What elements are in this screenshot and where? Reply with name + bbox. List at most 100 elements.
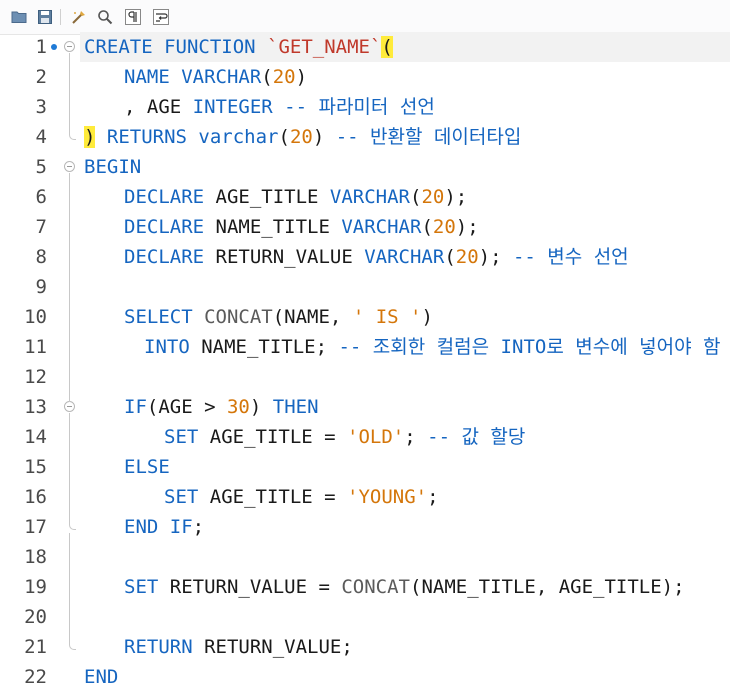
code-token: ) xyxy=(421,306,433,328)
code-text: RETURN RETURN_VALUE; xyxy=(124,632,353,662)
code-token: 20 xyxy=(289,126,313,148)
code-text: SET AGE_TITLE = 'OLD'; -- 값 할당 xyxy=(164,422,525,452)
line-number: 14 xyxy=(24,426,47,448)
code-token: RETURNS varchar xyxy=(95,126,279,148)
fold-end-marker xyxy=(69,642,76,650)
line-number: 13 xyxy=(24,396,47,418)
code-line[interactable]: 21 RETURN RETURN_VALUE; xyxy=(0,632,730,662)
code-token: END IF xyxy=(124,516,193,538)
code-token: 20 xyxy=(432,216,456,238)
code-token: 20 xyxy=(455,246,479,268)
code-line[interactable]: 9 xyxy=(0,272,730,302)
code-line[interactable]: 3 , AGE INTEGER -- 파라미터 선언 xyxy=(0,92,730,122)
code-token: CREATE FUNCTION xyxy=(84,36,268,58)
code-token: AGE_TITLE = xyxy=(198,426,348,448)
fold-guide-line xyxy=(69,53,70,132)
code-token: ELSE xyxy=(124,456,170,478)
toolbar-separator xyxy=(60,9,61,25)
code-line[interactable]: 7 DECLARE NAME_TITLE VARCHAR(20); xyxy=(0,212,730,242)
line-number: 16 xyxy=(24,486,47,508)
code-token: BEGIN xyxy=(84,156,142,178)
code-token: RETURN xyxy=(124,636,193,658)
fold-toggle-icon[interactable] xyxy=(64,401,75,412)
line-number: 11 xyxy=(24,336,47,358)
fold-end-marker xyxy=(69,522,76,530)
code-token: ); xyxy=(478,246,502,268)
invisible-chars-icon[interactable] xyxy=(124,8,142,26)
line-number: 20 xyxy=(24,606,47,628)
code-token: -- 파라미터 선언 xyxy=(272,96,435,118)
code-token: NAME_TITLE xyxy=(204,216,342,238)
fold-end-marker xyxy=(69,132,76,140)
code-line[interactable]: 13 IF(AGE > 30) THEN xyxy=(0,392,730,422)
fold-toggle-icon[interactable] xyxy=(64,41,75,52)
code-token: END xyxy=(84,666,119,688)
code-token: DECLARE xyxy=(124,216,205,238)
line-number: 7 xyxy=(35,216,47,238)
code-token: SET xyxy=(164,426,199,448)
line-number: 17 xyxy=(24,516,47,538)
code-token: RETURN_VALUE = xyxy=(158,576,342,598)
code-token: 30 xyxy=(226,396,250,418)
code-line[interactable]: 15 ELSE xyxy=(0,452,730,482)
code-token: ( xyxy=(410,186,422,208)
code-line[interactable]: 2 NAME VARCHAR(20) xyxy=(0,62,730,92)
line-number: 12 xyxy=(24,366,47,388)
line-number: 18 xyxy=(24,546,47,568)
code-token: -- 반환할 데이터타입 xyxy=(324,126,522,148)
editor-toolbar xyxy=(0,0,730,35)
code-token: INTEGER xyxy=(192,96,273,118)
code-line[interactable]: 20 xyxy=(0,602,730,632)
code-token: VARCHAR xyxy=(329,186,410,208)
code-token: ) xyxy=(295,66,308,88)
code-text: END xyxy=(84,662,118,692)
code-text: BEGIN xyxy=(84,152,141,182)
code-token: ); xyxy=(455,216,479,238)
matched-bracket: ( xyxy=(381,36,393,58)
code-line[interactable]: 1 CREATE FUNCTION `GET_NAME`( xyxy=(0,32,730,62)
line-number: 2 xyxy=(35,66,47,88)
code-line[interactable]: 11 INTO NAME_TITLE; -- 조회한 컬럼은 INTO로 변수에 … xyxy=(0,332,730,362)
fold-toggle-icon[interactable] xyxy=(64,161,75,172)
line-number: 19 xyxy=(24,576,47,598)
code-line[interactable]: 16 SET AGE_TITLE = 'YOUNG'; xyxy=(0,482,730,512)
code-line[interactable]: 22 END xyxy=(0,662,730,692)
code-line[interactable]: 12 xyxy=(0,362,730,392)
code-token: (AGE > xyxy=(146,396,227,418)
code-text: INTO NAME_TITLE; -- 조회한 컬럼은 INTO로 변수에 넣어… xyxy=(144,332,720,362)
code-line[interactable]: 19 SET RETURN_VALUE = CONCAT(NAME_TITLE, … xyxy=(0,572,730,602)
open-folder-icon[interactable] xyxy=(10,8,28,26)
code-line[interactable]: 18 xyxy=(0,542,730,572)
code-line[interactable]: 4) RETURNS varchar(20) -- 반환할 데이터타입 xyxy=(0,122,730,152)
line-number: 10 xyxy=(24,306,47,328)
code-token: ) xyxy=(249,396,273,418)
code-token: 'OLD' xyxy=(347,426,405,448)
code-token: SET xyxy=(124,576,159,598)
fold-guide-line xyxy=(69,173,70,402)
line-number: 15 xyxy=(24,456,47,478)
code-token: ; xyxy=(404,426,416,448)
code-text: SET RETURN_VALUE = CONCAT(NAME_TITLE, AG… xyxy=(124,572,685,602)
code-line[interactable]: 6 DECLARE AGE_TITLE VARCHAR(20); xyxy=(0,182,730,212)
code-line[interactable]: 17 END IF; xyxy=(0,512,730,542)
line-number: 22 xyxy=(24,666,47,688)
code-line[interactable]: 14 SET AGE_TITLE = 'OLD'; -- 값 할당 xyxy=(0,422,730,452)
code-line[interactable]: 10 SELECT CONCAT(NAME, ' IS ') xyxy=(0,302,730,332)
find-icon[interactable] xyxy=(96,8,114,26)
code-line[interactable]: 8 DECLARE RETURN_VALUE VARCHAR(20); -- 변수… xyxy=(0,242,730,272)
code-line[interactable]: 5 BEGIN xyxy=(0,152,730,182)
code-token: (NAME, xyxy=(272,306,353,328)
code-token: IF xyxy=(124,396,147,418)
sql-code-editor[interactable]: 1 CREATE FUNCTION `GET_NAME`(2 NAME VARCHA… xyxy=(0,32,730,699)
code-token: ' IS ' xyxy=(352,306,422,328)
save-icon[interactable] xyxy=(36,8,54,26)
code-token: RETURN_VALUE; xyxy=(192,636,353,658)
line-number: 8 xyxy=(35,246,47,268)
line-number: 1 xyxy=(35,36,47,58)
code-token: DECLARE xyxy=(124,186,205,208)
code-token: -- 변수 선언 xyxy=(501,246,629,268)
code-token: SELECT xyxy=(124,306,193,328)
word-wrap-icon[interactable] xyxy=(152,8,170,26)
beautify-icon[interactable] xyxy=(70,8,88,26)
